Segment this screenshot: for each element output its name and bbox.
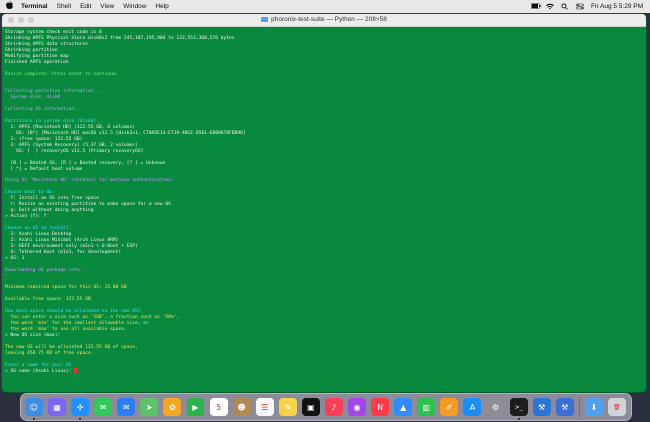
facetime-icon[interactable]: ▶ [186, 398, 205, 416]
folder-icon [261, 16, 269, 22]
terminal-output[interactable]: Storage system check exit code is 0 Shrin… [2, 27, 646, 374]
terminal-cursor [74, 368, 78, 374]
news-icon[interactable]: N [371, 398, 390, 416]
terminal-icon[interactable]: >_ [509, 398, 528, 420]
mail-icon[interactable]: ✉ [117, 398, 136, 416]
dock-glyph: N [377, 402, 384, 412]
pages-icon[interactable]: ✐ [440, 398, 459, 416]
xcode-icon[interactable]: ⚒ [532, 398, 551, 416]
window-titlebar[interactable]: phoronix-test-suite — Python — 208×58 [2, 14, 646, 27]
battery-icon[interactable] [530, 3, 541, 10]
xcode-beta-icon[interactable]: ⚒ [555, 398, 574, 416]
dock-glyph: 🗑 [613, 403, 621, 411]
finder-icon[interactable]: ☺ [25, 398, 43, 420]
menu-view[interactable]: View [100, 3, 114, 10]
dock-glyph: ▥ [422, 402, 431, 412]
dock-glyph: ✉ [122, 402, 130, 412]
reminders-icon[interactable]: ☰ [255, 398, 274, 416]
dock-glyph: ▲ [400, 402, 407, 412]
app-store-icon[interactable]: A [463, 398, 482, 416]
keynote-icon[interactable]: ▲ [394, 398, 413, 416]
dock-glyph: ⚒ [561, 402, 569, 412]
dock-glyph: ♪ [331, 402, 337, 412]
dock-glyph: ▶ [192, 402, 199, 412]
numbers-icon[interactable]: ▥ [417, 398, 436, 416]
apple-menu-icon[interactable] [6, 0, 16, 13]
menu-terminal[interactable]: Terminal [21, 3, 48, 10]
dock-glyph: ☻ [237, 402, 246, 412]
dock-separator [578, 397, 580, 417]
dock-glyph: ◉ [353, 402, 361, 412]
terminal-window: phoronix-test-suite — Python — 208×58 St… [2, 14, 646, 392]
window-title: phoronix-test-suite — Python — 208×58 [271, 16, 387, 23]
minimize-button[interactable] [18, 17, 24, 23]
running-indicator [517, 418, 520, 420]
menu-edit[interactable]: Edit [80, 3, 91, 10]
podcasts-icon[interactable]: ◉ [348, 398, 366, 416]
downloads-folder-icon[interactable]: ⬇ [584, 398, 603, 416]
dock-glyph: ▦ [53, 402, 61, 412]
dock-glyph: ☺ [29, 402, 39, 412]
zoom-button[interactable] [28, 17, 34, 23]
maps-icon[interactable]: ➤ [140, 398, 159, 416]
menu-window[interactable]: Window [123, 3, 146, 10]
terminal-line: » OS name (Asahi Linux): [5, 368, 643, 374]
running-indicator [79, 418, 82, 420]
dock-glyph: A [469, 402, 476, 412]
wifi-icon[interactable] [545, 3, 554, 10]
music-icon[interactable]: ♪ [325, 398, 343, 416]
dock-glyph: ⚒ [538, 402, 546, 412]
photos-icon[interactable]: ✿ [163, 398, 182, 416]
contacts-icon[interactable]: ☻ [232, 398, 251, 416]
control-center-icon[interactable] [575, 3, 585, 10]
calendar-icon[interactable]: 5 [209, 398, 228, 416]
system-preferences-icon[interactable]: ⚙ [486, 398, 505, 416]
notes-icon[interactable]: ✎ [278, 398, 297, 416]
dock-glyph: ✎ [284, 402, 292, 412]
dock-glyph: ✣ [76, 402, 84, 412]
safari-icon[interactable]: ✣ [71, 398, 90, 420]
search-icon[interactable] [561, 3, 569, 10]
dock-glyph: ➤ [145, 402, 153, 412]
dock: ☺ ▦ ✣ ✉ ✉ ➤ ✿ ▶ 5 ☻ ☰ ✎ ▣ ♪ ◉ N ▲ ▥ ✐ A ⚙ >_ ⚒ ⚒ ⬇ 🗑 [20, 393, 632, 421]
dock-glyph: ✐ [446, 402, 453, 412]
launchpad-icon[interactable]: ▦ [48, 398, 66, 416]
dock-glyph: ✿ [169, 402, 176, 412]
running-indicator [33, 418, 35, 420]
dock-glyph: ▣ [307, 402, 315, 412]
messages-icon[interactable]: ✉ [94, 398, 113, 416]
menu-clock[interactable]: Fri Aug 5 5:29 PM [591, 3, 643, 10]
dock-glyph: ✉ [99, 402, 107, 412]
dock-glyph: 5 [216, 402, 222, 412]
window-controls [8, 17, 34, 23]
trash-icon[interactable]: 🗑 [607, 398, 626, 416]
menu-shell[interactable]: Shell [57, 3, 71, 10]
menu-bar: Terminal Shell Edit View Window Help Fri… [0, 0, 650, 13]
dock-glyph: ⚙ [491, 402, 500, 412]
dock-glyph: ☰ [261, 402, 269, 412]
status-area: Fri Aug 5 5:29 PM [530, 3, 643, 10]
close-button[interactable] [8, 17, 14, 23]
tv-icon[interactable]: ▣ [301, 398, 320, 416]
menu-help[interactable]: Help [155, 3, 168, 10]
dock-glyph: ⬇ [590, 402, 598, 412]
dock-glyph: >_ [514, 403, 523, 411]
